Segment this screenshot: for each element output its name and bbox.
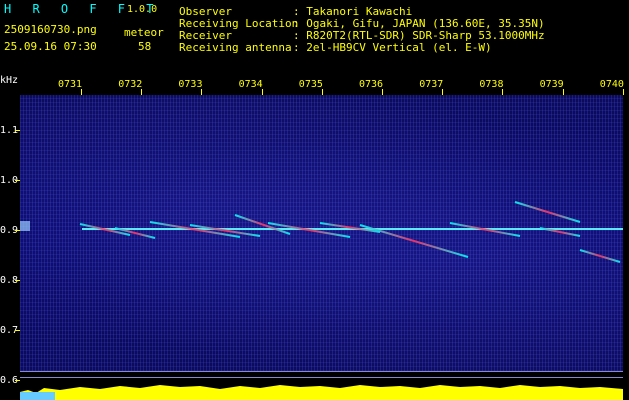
baseline-upper: [20, 371, 623, 372]
x-tick-label: 0732: [118, 79, 143, 90]
datetime: 25.09.16 07:30: [4, 40, 97, 53]
meteor-trail: [579, 249, 621, 263]
header-panel: H R O F F T 1.0.0 2509160730.png 25.09.1…: [0, 0, 629, 80]
x-tick-label: 0735: [298, 79, 323, 90]
y-tick-label: 0.6: [0, 375, 19, 386]
y-tick-label: 0.7: [0, 325, 19, 336]
filename: 2509160730.png: [4, 23, 97, 36]
side-signal: [20, 221, 30, 231]
power-cyan-segment: [20, 392, 55, 400]
x-tick-label: 0733: [178, 79, 203, 90]
x-tick-label: 0731: [58, 79, 83, 90]
antenna-value: : 2el-HB9CV Vertical (el. E-W): [293, 41, 492, 54]
y-tick-label: 0.9: [0, 225, 19, 236]
spectrogram: [20, 95, 623, 371]
y-unit-label: kHz: [0, 75, 19, 86]
power-bars: [20, 385, 623, 400]
spectrogram-traces: [20, 201, 623, 263]
x-tick-label: 0738: [479, 79, 504, 90]
y-tick-label: 1.0: [0, 175, 19, 186]
x-tick-label: 0734: [238, 79, 263, 90]
x-tick-label: 0736: [359, 79, 384, 90]
meteor-count: 58: [138, 40, 152, 53]
meteor-label: meteor: [124, 26, 164, 39]
x-tick-label: 0739: [539, 79, 564, 90]
meteor-trails: [79, 201, 621, 263]
left-edge-signal: [20, 221, 30, 231]
app-version: 1.0.0: [127, 4, 158, 15]
x-tick-label: 0740: [599, 79, 624, 90]
meteor-trail: [514, 201, 581, 223]
x-tick-label: 0737: [419, 79, 444, 90]
antenna-label: Receiving antenna: [179, 41, 292, 54]
power-strip: [20, 378, 623, 400]
y-tick-label: 0.8: [0, 275, 19, 286]
y-tick-label: 1.1: [0, 125, 19, 136]
power-fill: [20, 385, 623, 400]
